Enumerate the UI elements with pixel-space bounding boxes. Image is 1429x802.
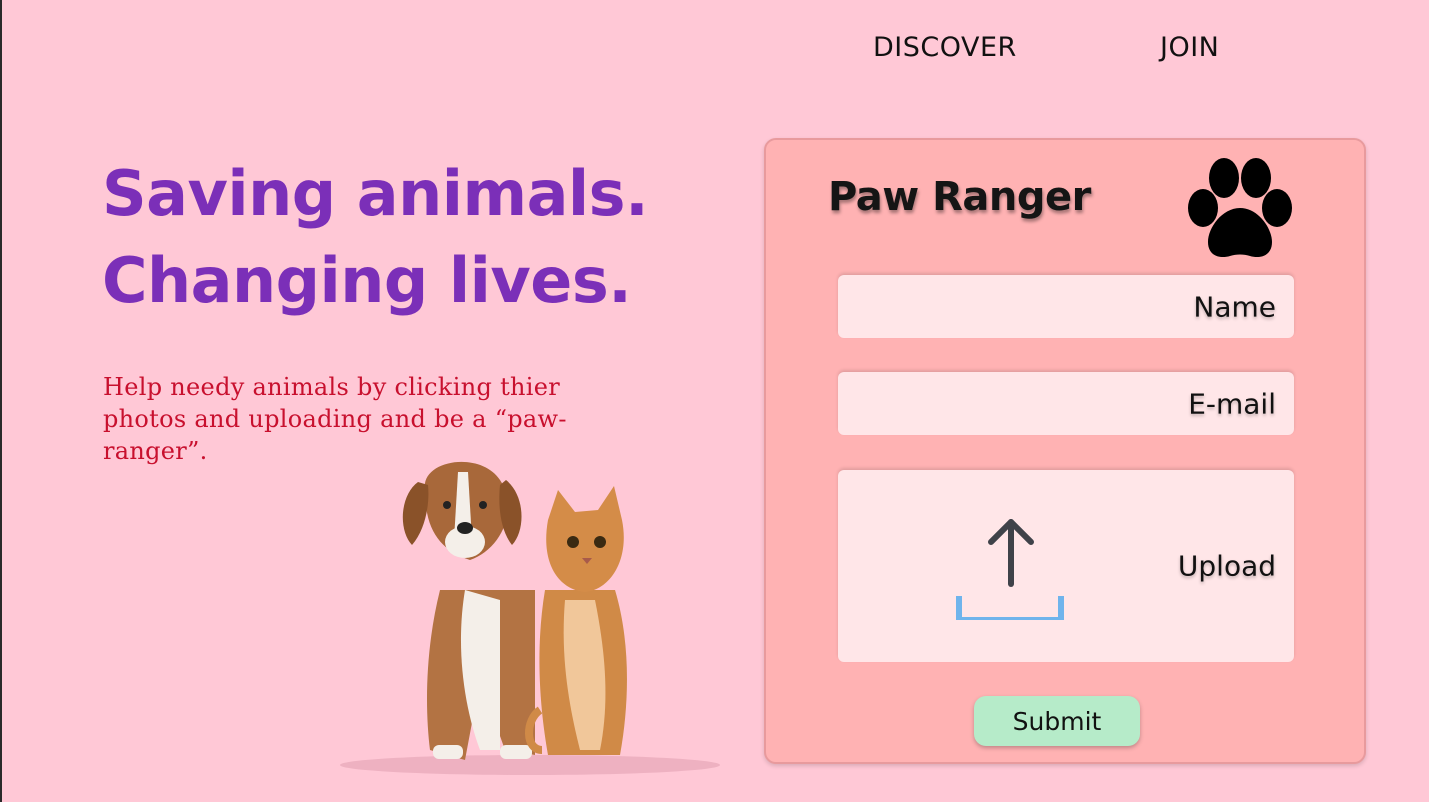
submit-button[interactable]: Submit	[974, 696, 1140, 746]
hero-title-line-2: Changing lives.	[102, 244, 632, 317]
name-field-label: Name	[1193, 290, 1276, 323]
dog-and-cat-photo[interactable]	[330, 450, 720, 780]
email-field[interactable]: E-mail	[838, 372, 1294, 435]
submission-form-card: Paw Ranger Name E-mail Upload Submit	[764, 138, 1366, 764]
nav-discover-link[interactable]: DISCOVER	[873, 32, 1017, 63]
paw-icon	[1188, 158, 1292, 258]
hero-title: Saving animals. Changing lives.	[102, 150, 649, 324]
upload-icon	[956, 519, 1064, 620]
nav-join-link[interactable]: JOIN	[1160, 32, 1219, 63]
name-field[interactable]: Name	[838, 275, 1294, 338]
left-border	[0, 0, 2, 802]
hero-title-line-1: Saving animals.	[102, 157, 649, 230]
upload-label: Upload	[1177, 549, 1276, 583]
brand-title: Paw Ranger	[828, 174, 1091, 220]
dog-image	[402, 461, 535, 760]
email-field-label: E-mail	[1188, 387, 1276, 420]
cat-image	[525, 486, 627, 755]
upload-dropzone[interactable]: Upload	[838, 470, 1294, 662]
